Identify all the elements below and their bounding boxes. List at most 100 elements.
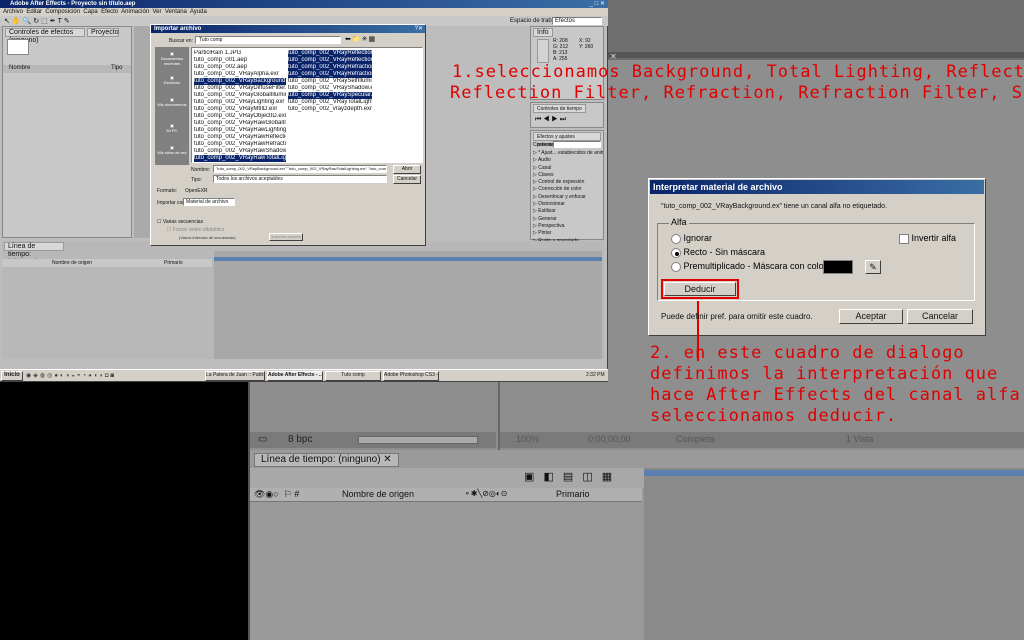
- effects-category-item[interactable]: ▷ Estilizar: [533, 208, 603, 215]
- effects-category-item[interactable]: ▷ Pintar: [533, 230, 603, 237]
- file-list-item[interactable]: tuto_comp_002_VRayRawTotalLighting.exr: [194, 155, 286, 162]
- file-list-item[interactable]: tuto_comp_002_vrayzdepth.exr: [288, 106, 372, 113]
- folder-icon[interactable]: ▭: [258, 434, 267, 445]
- tab-timeline-small[interactable]: Línea de tiempo: (ninguno): [4, 242, 64, 266]
- menu-item[interactable]: Animación: [121, 9, 149, 15]
- matte-color-swatch[interactable]: [823, 260, 853, 274]
- tab-info[interactable]: Info: [533, 28, 553, 37]
- file-list-item[interactable]: tuto_comp_002_VRaySelfIllumination.exr: [288, 78, 372, 85]
- file-list-item[interactable]: tuto_comp_002_VRayReflection.exr: [288, 50, 372, 57]
- menu-item[interactable]: Efecto: [101, 9, 118, 15]
- file-list-item[interactable]: tuto_comp_002_VRayRawReflection.exr: [194, 134, 286, 141]
- file-list-item[interactable]: tuto_comp_001.aep: [194, 57, 286, 64]
- tools-icons[interactable]: ↖✋🔍↻⬚✒T✎: [4, 17, 72, 25]
- file-list-item[interactable]: tuto_comp_002_VRaySpecular.exr: [288, 92, 372, 99]
- tab-effect-controls[interactable]: Controles de efectos (ninguno): [5, 28, 85, 44]
- close-icon[interactable]: ?✕: [415, 25, 423, 32]
- place-recent[interactable]: ▣ Documentos recientes: [157, 51, 187, 66]
- file-list-item[interactable]: tuto_comp_002_VRayTotalLighting.exr: [288, 99, 372, 106]
- file-list-item[interactable]: tuto_comp_002_VRayBackground.exr: [194, 78, 286, 85]
- file-list-item[interactable]: tuto_comp_002_VRayRawRefraction.exr: [194, 141, 286, 148]
- taskbar-item[interactable]: Adobe Photoshop CS3 - ...: [383, 371, 439, 381]
- radio-ignore[interactable]: Ignorar: [671, 233, 712, 244]
- tab-project[interactable]: Proyecto: [87, 28, 119, 37]
- effects-category-item[interactable]: ▷ Perspectiva: [533, 223, 603, 230]
- file-list-item[interactable]: tuto_comp_002_VRayRefraction.exr: [288, 64, 372, 71]
- start-button[interactable]: Inicio: [1, 371, 23, 381]
- file-list-item[interactable]: tuto_comp_002_VRayGlobalIllumination.exr: [194, 92, 286, 99]
- file-list-item[interactable]: tuto_comp_002_VRayShadow.exr: [288, 85, 372, 92]
- resolution-select[interactable]: Completa: [676, 434, 715, 444]
- invert-alpha-checkbox[interactable]: Invertir alfa: [899, 233, 956, 244]
- import-as-select[interactable]: Material de archivo: [183, 198, 235, 206]
- effects-category-item[interactable]: ▷ Distorsionar: [533, 201, 603, 208]
- file-list-item[interactable]: tuto_comp_002_VRayRawLighting.exr: [194, 127, 286, 134]
- menu-item[interactable]: Editar: [26, 9, 42, 15]
- sequence-checkbox[interactable]: ☐ Varias secuencias: [157, 219, 203, 225]
- tab-timeline[interactable]: Línea de tiempo: (ninguno) ✕: [254, 453, 399, 467]
- file-list-item[interactable]: tuto_comp_002_VRayRawShadow.exr: [194, 148, 286, 155]
- menu-item[interactable]: Ventana: [165, 9, 187, 15]
- place-documents[interactable]: ▣ Mis documentos: [157, 97, 187, 107]
- effects-category-item[interactable]: ▷ Claves: [533, 172, 603, 179]
- file-name-input[interactable]: "tuto_comp_002_VRayBackground.exr" "tuto…: [213, 165, 387, 173]
- menu-item[interactable]: Capa: [83, 9, 97, 15]
- file-list-item[interactable]: tuto_comp_002_VRayMtlID.exr: [194, 106, 286, 113]
- radio-straight[interactable]: Recto - Sin máscara: [671, 247, 765, 258]
- look-in-select[interactable]: Tuto comp: [195, 36, 341, 44]
- effects-category-item[interactable]: ▷ Desenfocar y enfocar: [533, 194, 603, 201]
- effects-category-item[interactable]: ▷ Audio: [533, 157, 603, 164]
- horizontal-scrollbar[interactable]: [358, 436, 478, 444]
- open-button[interactable]: Abrir: [393, 165, 421, 174]
- file-type-select[interactable]: Todos los archivos aceptables: [213, 175, 387, 183]
- file-list-item[interactable]: tuto_comp_002.aep: [194, 64, 286, 71]
- file-list-item[interactable]: tuto_comp_002_VRayLighting.exr: [194, 99, 286, 106]
- place-desktop[interactable]: ▣ Escritorio: [157, 75, 187, 85]
- timecode-display[interactable]: 0;00;00;00: [588, 434, 631, 444]
- bpc-toggle[interactable]: 8 bpc: [288, 434, 312, 445]
- radio-premultiplied[interactable]: Premultiplicado - Máscara con color:: [671, 261, 829, 272]
- import-folder-button[interactable]: Importar carpeta: [269, 233, 303, 241]
- menu-item[interactable]: Composición: [45, 9, 80, 15]
- zoom-select[interactable]: 100%: [516, 434, 539, 444]
- tab-effects-presets[interactable]: Efectos y ajustes preestablecidos: [533, 132, 601, 148]
- eyedropper-icon[interactable]: ✎: [865, 260, 881, 274]
- file-list-item[interactable]: ParticlRain 1.JPG: [194, 50, 286, 57]
- workspace-select[interactable]: Efectos: [552, 17, 602, 25]
- cancel-interpret-button[interactable]: Cancelar: [907, 309, 973, 324]
- taskbar-item[interactable]: Tuto comp: [325, 371, 381, 381]
- menu-item[interactable]: Ayuda: [190, 9, 207, 15]
- window-controls[interactable]: _ □ ✕: [590, 0, 605, 7]
- playback-icons[interactable]: ⏮◀▶⏭: [535, 116, 568, 124]
- parent-header[interactable]: Primario: [556, 489, 590, 499]
- effects-category-item[interactable]: ▷ Corrección de color: [533, 186, 603, 193]
- menu-item[interactable]: Ver: [153, 9, 162, 15]
- file-list-item[interactable]: tuto_comp_002_VRayRefractionFilter.exr: [288, 71, 372, 78]
- accept-button[interactable]: Aceptar: [839, 309, 903, 324]
- quick-launch-icons[interactable]: ◉◈◍◎●◐◑◒◓◔◕◖◗◘◙: [26, 372, 116, 379]
- file-list-item[interactable]: tuto_comp_002_VRayRawGlobalIllumination.…: [194, 120, 286, 127]
- menu-item[interactable]: Archivo: [3, 9, 23, 15]
- place-my-pc[interactable]: ▣ Mi PC: [157, 123, 187, 133]
- file-list-item[interactable]: tuto_comp_002_VRayReflectionFilter.exr: [288, 57, 372, 64]
- folder-nav-icons[interactable]: ⬅📁✳▦: [345, 35, 376, 43]
- time-ruler[interactable]: [644, 470, 1024, 476]
- guess-button[interactable]: Deducir: [664, 282, 736, 296]
- file-list-item[interactable]: tuto_comp_002_VRayObjectID.exr: [194, 113, 286, 120]
- place-network[interactable]: ▣ Mis sitios de red: [157, 145, 187, 155]
- views-select[interactable]: 1 Vista: [846, 434, 873, 444]
- tab-time-controls[interactable]: Controles de tiempo: [533, 104, 586, 113]
- close-icon[interactable]: ✕: [610, 52, 620, 61]
- effects-category-item[interactable]: ▷ Control de expresión: [533, 179, 603, 186]
- cancel-button[interactable]: Cancelar: [393, 175, 421, 184]
- source-name-header[interactable]: Nombre de origen: [342, 489, 414, 499]
- effects-search-input[interactable]: [553, 141, 601, 148]
- file-list-item[interactable]: tuto_comp_002_VRayAlpha.exr: [194, 71, 286, 78]
- timeline-switch-icons[interactable]: ▣ ◧ ▤ ◫ ▦: [524, 470, 615, 483]
- effects-category-item[interactable]: ▷ Generar: [533, 216, 603, 223]
- alphabetical-checkbox[interactable]: ☐ Forzar orden alfabético: [167, 227, 224, 233]
- taskbar-item[interactable]: La Patera de Juan :: Publi...: [205, 371, 265, 381]
- taskbar-item[interactable]: Adobe After Effects - ...: [267, 371, 323, 381]
- file-list-item[interactable]: tuto_comp_002_VRayDiffuseFilter.exr: [194, 85, 286, 92]
- effects-category-item[interactable]: ▷ Canal: [533, 165, 603, 172]
